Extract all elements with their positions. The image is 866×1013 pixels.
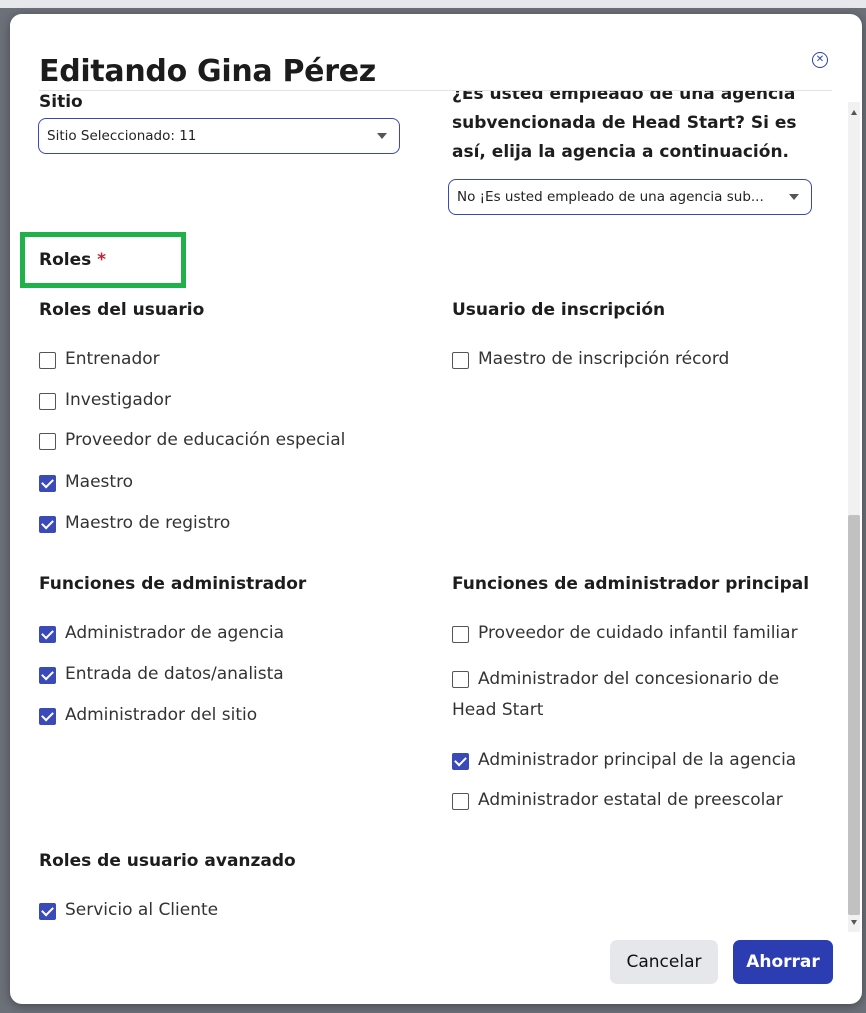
checkbox-label: Administrador estatal de preescolar [478, 790, 783, 810]
role-checkbox-agency-principal-admin[interactable]: Administrador principal de la agencia [452, 750, 796, 770]
close-icon[interactable]: ✕ [812, 52, 828, 68]
checkbox-checked[interactable] [39, 626, 56, 643]
roles-heading: Roles * [39, 250, 106, 270]
role-checkbox-state-preschool-admin[interactable]: Administrador estatal de preescolar [452, 790, 783, 810]
checkbox-label: Maestro de inscripción récord [478, 349, 730, 369]
edit-user-modal: Sitio Sitio Seleccionado: 11 ¿Es usted e… [10, 14, 862, 1004]
role-checkbox-agency-admin[interactable]: Administrador de agencia [39, 623, 284, 643]
head-start-agency-select[interactable]: No ¡Es usted empleado de una agencia sub… [448, 179, 812, 215]
modal-title: Editando Gina Pérez [39, 54, 386, 89]
role-checkbox-special-ed[interactable]: Proveedor de educación especial [39, 430, 345, 450]
checkbox-checked[interactable] [39, 903, 56, 920]
role-checkbox-enrollment-teacher[interactable]: Maestro de inscripción récord [452, 349, 729, 369]
role-checkbox-investigador[interactable]: Investigador [39, 390, 171, 410]
role-checkbox-head-start-grantee[interactable]: Administrador del concesionario de Head … [452, 664, 812, 726]
role-checkbox-entrenador[interactable]: Entrenador [39, 349, 160, 369]
advanced-roles-title: Roles de usuario avanzado [39, 851, 296, 871]
required-asterisk: * [97, 250, 107, 270]
checkbox-label: Administrador del concesionario de [478, 669, 780, 689]
role-checkbox-customer-service[interactable]: Servicio al Cliente [39, 900, 218, 920]
checkbox-label: Administrador del sitio [65, 705, 258, 725]
site-label: Sitio [39, 92, 83, 112]
checkbox-label: Administrador principal de la agencia [478, 750, 797, 770]
site-select-value: Sitio Seleccionado: 11 [47, 128, 197, 144]
modal-scroll-content: Sitio Sitio Seleccionado: 11 ¿Es usted e… [10, 74, 840, 924]
head-start-question-line: así, elija la agencia a continuación. [452, 142, 790, 162]
checkbox-label: Entrenador [65, 349, 160, 369]
role-checkbox-maestro-registro[interactable]: Maestro de registro [39, 513, 230, 533]
checkbox[interactable] [452, 626, 469, 643]
checkbox-checked[interactable] [452, 753, 469, 770]
checkbox-label: Servicio al Cliente [65, 900, 219, 920]
scroll-down-arrow-icon[interactable] [851, 920, 857, 925]
roles-heading-text: Roles [39, 250, 92, 270]
checkbox-label: Administrador de agencia [65, 623, 284, 643]
checkbox-checked[interactable] [39, 667, 56, 684]
checkbox[interactable] [452, 793, 469, 810]
checkbox-label: Investigador [65, 390, 171, 410]
checkbox[interactable] [39, 393, 56, 410]
header-divider [39, 90, 832, 91]
cancel-button[interactable]: Cancelar [610, 940, 718, 984]
site-select[interactable]: Sitio Seleccionado: 11 [38, 118, 400, 154]
checkbox-label: Entrada de datos/analista [65, 664, 284, 684]
user-roles-title: Roles del usuario [39, 300, 205, 320]
checkbox-label-line2: Head Start [452, 700, 544, 720]
checkbox-label: Maestro de registro [65, 513, 231, 533]
scrollbar[interactable] [848, 102, 860, 932]
checkbox-checked[interactable] [39, 516, 56, 533]
role-checkbox-family-childcare[interactable]: Proveedor de cuidado infantil familiar [452, 623, 798, 643]
scroll-up-arrow-icon[interactable] [851, 110, 857, 115]
chevron-down-icon [789, 194, 799, 200]
principal-admin-title: Funciones de administrador principal [452, 574, 810, 594]
checkbox[interactable] [452, 352, 469, 369]
checkbox-checked[interactable] [39, 475, 56, 492]
checkbox[interactable] [39, 352, 56, 369]
head-start-question: ¿Es usted empleado de una agencia subven… [452, 80, 832, 167]
save-button[interactable]: Ahorrar [733, 940, 833, 984]
checkbox[interactable] [452, 671, 469, 688]
role-checkbox-data-entry[interactable]: Entrada de datos/analista [39, 664, 284, 684]
checkbox-checked[interactable] [39, 708, 56, 725]
role-checkbox-site-admin[interactable]: Administrador del sitio [39, 705, 257, 725]
checkbox-label: Maestro [65, 472, 134, 492]
role-checkbox-maestro[interactable]: Maestro [39, 472, 133, 492]
head-start-select-value: No ¡Es usted empleado de una agencia sub… [457, 189, 764, 205]
head-start-question-line: subvencionada de Head Start? Si es [452, 113, 797, 133]
checkbox-label: Proveedor de educación especial [65, 430, 346, 450]
enrollment-user-title: Usuario de inscripción [452, 300, 666, 320]
checkbox-label: Proveedor de cuidado infantil familiar [478, 623, 798, 643]
checkbox[interactable] [39, 433, 56, 450]
chevron-down-icon [377, 133, 387, 139]
scrollbar-thumb[interactable] [848, 515, 860, 915]
admin-roles-title: Funciones de administrador [39, 574, 307, 594]
